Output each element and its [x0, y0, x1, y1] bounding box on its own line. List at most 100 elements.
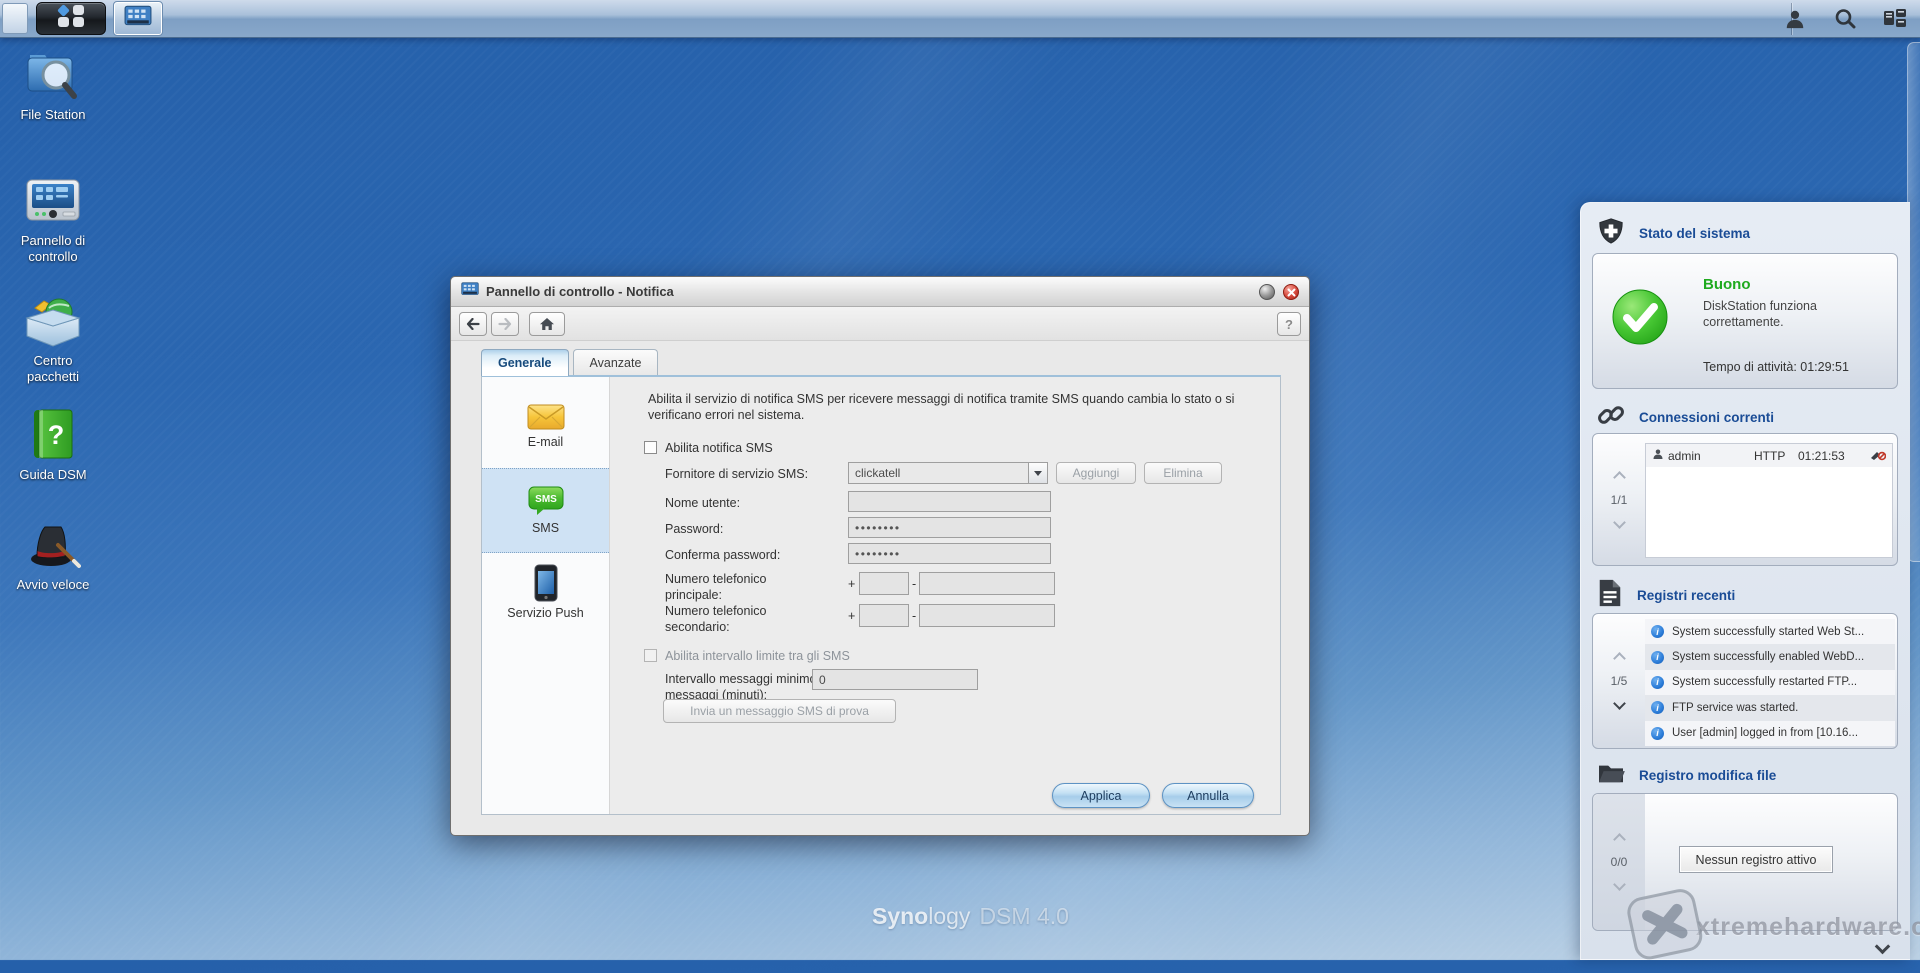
widget-title: Registro modifica file	[1639, 768, 1777, 783]
connections-header: Connessioni correnti	[1597, 401, 1774, 434]
tab-generale[interactable]: Generale	[481, 349, 569, 376]
connection-row[interactable]: admin HTTP 01:21:53	[1646, 444, 1892, 467]
connections-list: admin HTTP 01:21:53	[1645, 443, 1893, 558]
brand-version: DSM 4.0	[979, 903, 1069, 929]
log-row[interactable]: i System successfully started Web St...	[1645, 619, 1895, 645]
file-change-log-header: Registro modifica file	[1597, 761, 1776, 790]
control-panel-icon	[0, 170, 106, 228]
phone-secondary-plus: +	[848, 609, 856, 623]
search-icon[interactable]	[1830, 4, 1860, 34]
enable-sms-label: Abilita notifica SMS	[665, 441, 773, 455]
confirm-password-field[interactable]: ••••••••	[848, 543, 1051, 564]
no-active-log-button[interactable]: Nessun registro attivo	[1679, 846, 1833, 873]
connections-card: 1/1 admin HTTP 01:21:53	[1592, 433, 1898, 566]
control-panel-notification-window: Pannello di controllo - Notifica ? Gener…	[450, 276, 1310, 836]
phone-primary-prefix-field[interactable]	[859, 572, 909, 595]
sidebar-item-push-service[interactable]: Servizio Push	[482, 554, 609, 639]
phone-secondary-prefix-field[interactable]	[859, 604, 909, 627]
log-text: User [admin] logged in from [10.16...	[1672, 727, 1859, 740]
widget-title: Stato del sistema	[1639, 226, 1751, 241]
desktop-icon-dsm-help[interactable]: ? Guida DSM	[0, 404, 106, 483]
sidebar-item-sms[interactable]: SMS SMS	[482, 468, 609, 553]
sms-icon: SMS	[482, 469, 609, 521]
brand-light: logy	[928, 903, 971, 929]
log-text: System successfully started Web St...	[1672, 625, 1865, 638]
show-desktop-button[interactable]	[2, 3, 28, 34]
file-change-log-card: 0/0 Nessun registro attivo	[1592, 793, 1898, 931]
pager-down-icon[interactable]	[1612, 515, 1626, 529]
info-icon: i	[1651, 726, 1664, 740]
main-menu-button[interactable]	[36, 2, 106, 35]
log-row[interactable]: i FTP service was started.	[1645, 695, 1895, 721]
widget-title: Registri recenti	[1637, 588, 1736, 603]
connection-protocol: HTTP	[1754, 448, 1786, 463]
apply-button[interactable]: Applica	[1052, 783, 1150, 808]
log-document-icon	[1597, 579, 1623, 612]
info-icon: i	[1651, 701, 1664, 715]
phone-secondary-number-field[interactable]	[919, 604, 1055, 627]
pilot-view-icon[interactable]	[1880, 4, 1910, 34]
kick-connection-icon[interactable]	[1869, 447, 1887, 464]
window-toolbar: ?	[451, 307, 1309, 341]
home-icon	[540, 318, 554, 330]
add-provider-button[interactable]: Aggiungi	[1056, 462, 1136, 484]
log-row[interactable]: i System successfully enabled WebD...	[1645, 644, 1895, 670]
pager-down-icon[interactable]	[1612, 697, 1626, 710]
email-icon	[482, 383, 609, 435]
user-icon[interactable]	[1780, 4, 1810, 34]
log-text: FTP service was started.	[1672, 701, 1799, 714]
close-button[interactable]	[1283, 284, 1299, 300]
desktop-icon-label: Avvio veloce	[16, 577, 90, 592]
cancel-button[interactable]: Annulla	[1162, 783, 1254, 808]
phone-primary-number-field[interactable]	[919, 572, 1055, 595]
tab-avanzate[interactable]: Avanzate	[572, 349, 659, 375]
desktop-icon-package-center[interactable]: Centro pacchetti	[0, 290, 106, 384]
connection-time: 01:21:53	[1798, 448, 1845, 463]
username-field[interactable]	[848, 491, 1051, 512]
connection-user: admin	[1668, 448, 1701, 463]
log-row[interactable]: i User [admin] logged in from [10.16...	[1645, 720, 1895, 746]
minimize-button[interactable]	[1259, 284, 1275, 300]
desktop-icon-control-panel[interactable]: Pannello di controllo	[0, 170, 106, 264]
pager-down-icon[interactable]	[1612, 878, 1626, 891]
log-row[interactable]: i System successfully restarted FTP...	[1645, 669, 1895, 696]
pager-up-icon[interactable]	[1612, 833, 1626, 846]
info-icon: i	[1651, 625, 1664, 639]
interval-minutes-field[interactable]: 0	[812, 669, 978, 690]
log-text: System successfully enabled WebD...	[1672, 651, 1865, 664]
forward-button[interactable]	[491, 312, 519, 336]
password-field[interactable]: ••••••••	[848, 517, 1051, 538]
back-button[interactable]	[459, 312, 487, 336]
taskbar-item-control-panel[interactable]	[113, 1, 163, 36]
pager-up-icon[interactable]	[1612, 470, 1626, 484]
desktop-icon-file-station[interactable]: File Station	[0, 44, 106, 123]
interval-limit-checkbox[interactable]	[644, 649, 657, 662]
desktop-icon-quick-launch[interactable]: Avvio veloce	[0, 514, 106, 593]
pager-count: 1/1	[1610, 492, 1628, 507]
widget-panel: Stato del sistema Buono DiskStation funz…	[1580, 202, 1910, 960]
window-title: Pannello di controllo - Notifica	[486, 284, 674, 299]
package-center-icon	[0, 290, 106, 348]
enable-sms-checkbox[interactable]	[644, 441, 657, 454]
file-station-icon	[0, 44, 106, 102]
username-label: Nome utente:	[665, 496, 741, 510]
system-health-header: Stato del sistema	[1597, 217, 1750, 250]
delete-provider-button[interactable]: Elimina	[1144, 462, 1222, 484]
window-titlebar[interactable]: Pannello di controllo - Notifica	[451, 277, 1309, 307]
password-label: Password:	[665, 522, 724, 536]
info-icon: i	[1651, 650, 1664, 664]
send-test-sms-button[interactable]: Invia un messaggio SMS di prova	[663, 699, 896, 723]
provider-select[interactable]: clickatell	[848, 462, 1048, 484]
sidebar-item-email[interactable]: E-mail	[482, 383, 609, 468]
uptime-text: Tempo di attività: 01:29:51	[1703, 360, 1849, 374]
help-button[interactable]: ?	[1277, 312, 1301, 336]
recent-logs-card: 1/5 i System successfully started Web St…	[1592, 613, 1898, 749]
sidebar-item-label: SMS	[531, 521, 560, 535]
pager-count: 0/0	[1610, 855, 1628, 869]
home-button[interactable]	[529, 312, 565, 336]
pager-up-icon[interactable]	[1612, 652, 1626, 665]
confirm-password-label: Conferma password:	[665, 548, 781, 562]
interval-limit-label: Abilita intervallo limite tra gli SMS	[665, 649, 850, 663]
panel-scroll-down-icon[interactable]	[1874, 938, 1891, 957]
recent-logs-header: Registri recenti	[1597, 579, 1735, 612]
